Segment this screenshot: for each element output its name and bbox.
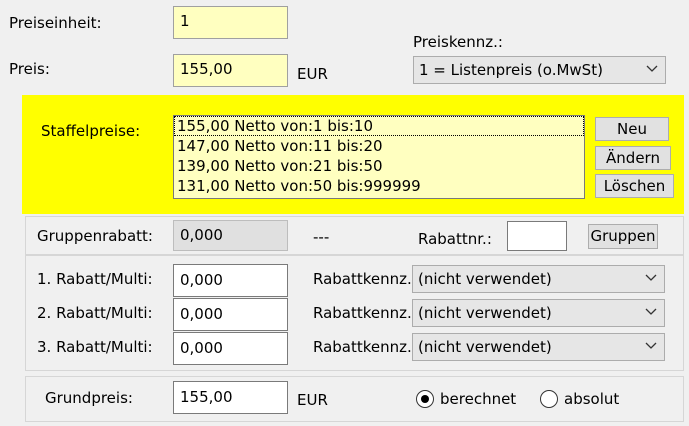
list-item[interactable]: 139,00 Netto von:21 bis:50 <box>174 156 584 176</box>
rabatt-1-label: 1. Rabatt/Multi: <box>37 270 153 288</box>
rabattnr-label: Rabattnr.: <box>418 230 492 248</box>
list-item[interactable]: 155,00 Netto von:1 bis:10 <box>174 116 584 136</box>
rabatt-2-input[interactable]: 0,000 <box>173 298 288 331</box>
berechnet-label[interactable]: berechnet <box>440 390 516 408</box>
rabattkennz-1-label: Rabattkennz.: <box>313 270 417 288</box>
chevron-down-icon <box>645 342 657 349</box>
berechnet-radio[interactable] <box>416 390 434 408</box>
rabatt-1-input[interactable]: 0,000 <box>173 264 288 297</box>
aendern-button[interactable]: Ändern <box>595 146 671 170</box>
preiskennz-select[interactable]: 1 = Listenpreis (o.MwSt) <box>413 56 666 84</box>
rabattnr-input[interactable] <box>507 221 567 251</box>
absolut-label[interactable]: absolut <box>564 390 619 408</box>
gruppenrabatt-separator: --- <box>313 228 330 246</box>
preis-input[interactable]: 155,00 <box>173 54 288 87</box>
list-item[interactable]: 147,00 Netto von:11 bis:20 <box>174 136 584 156</box>
grundpreis-label: Grundpreis: <box>45 389 133 407</box>
rabattkennz-2-value: (nicht verwendet) <box>418 304 552 322</box>
rabattkennz-2-select[interactable]: (nicht verwendet) <box>412 299 665 327</box>
rabattkennz-1-select[interactable]: (nicht verwendet) <box>412 265 665 293</box>
rabattkennz-2-label: Rabattkennz.: <box>313 304 417 322</box>
neu-button[interactable]: Neu <box>595 117 669 141</box>
preiskennz-value: 1 = Listenpreis (o.MwSt) <box>419 61 603 79</box>
preiskennz-label: Preiskennz.: <box>413 33 503 51</box>
preis-label: Preis: <box>9 60 50 78</box>
rabatt-3-label: 3. Rabatt/Multi: <box>37 338 153 356</box>
rabattkennz-3-select[interactable]: (nicht verwendet) <box>412 333 665 361</box>
loeschen-button[interactable]: Löschen <box>595 174 674 198</box>
preiseinheit-label: Preiseinheit: <box>9 14 102 32</box>
preiseinheit-input[interactable]: 1 <box>173 6 288 39</box>
chevron-down-icon <box>646 65 658 72</box>
rabattkennz-3-value: (nicht verwendet) <box>418 338 552 356</box>
gruppen-button[interactable]: Gruppen <box>588 224 658 249</box>
chevron-down-icon <box>645 274 657 281</box>
list-item[interactable]: 131,00 Netto von:50 bis:999999 <box>174 176 584 196</box>
rabatt-3-input[interactable]: 0,000 <box>173 332 288 365</box>
grundpreis-currency: EUR <box>297 391 328 409</box>
rabattkennz-3-label: Rabattkennz.: <box>313 338 417 356</box>
radio-selected-dot <box>421 395 429 403</box>
rabattkennz-1-value: (nicht verwendet) <box>418 270 552 288</box>
preis-currency: EUR <box>297 65 328 83</box>
chevron-down-icon <box>645 308 657 315</box>
grundpreis-input[interactable]: 155,00 <box>173 381 288 414</box>
staffelpreise-list[interactable]: 155,00 Netto von:1 bis:10 147,00 Netto v… <box>173 115 585 199</box>
absolut-radio[interactable] <box>540 390 558 408</box>
rabatt-2-label: 2. Rabatt/Multi: <box>37 304 153 322</box>
staffelpreise-label: Staffelpreise: <box>41 122 141 140</box>
gruppenrabatt-field: 0,000 <box>173 220 288 251</box>
gruppenrabatt-label: Gruppenrabatt: <box>37 227 153 245</box>
